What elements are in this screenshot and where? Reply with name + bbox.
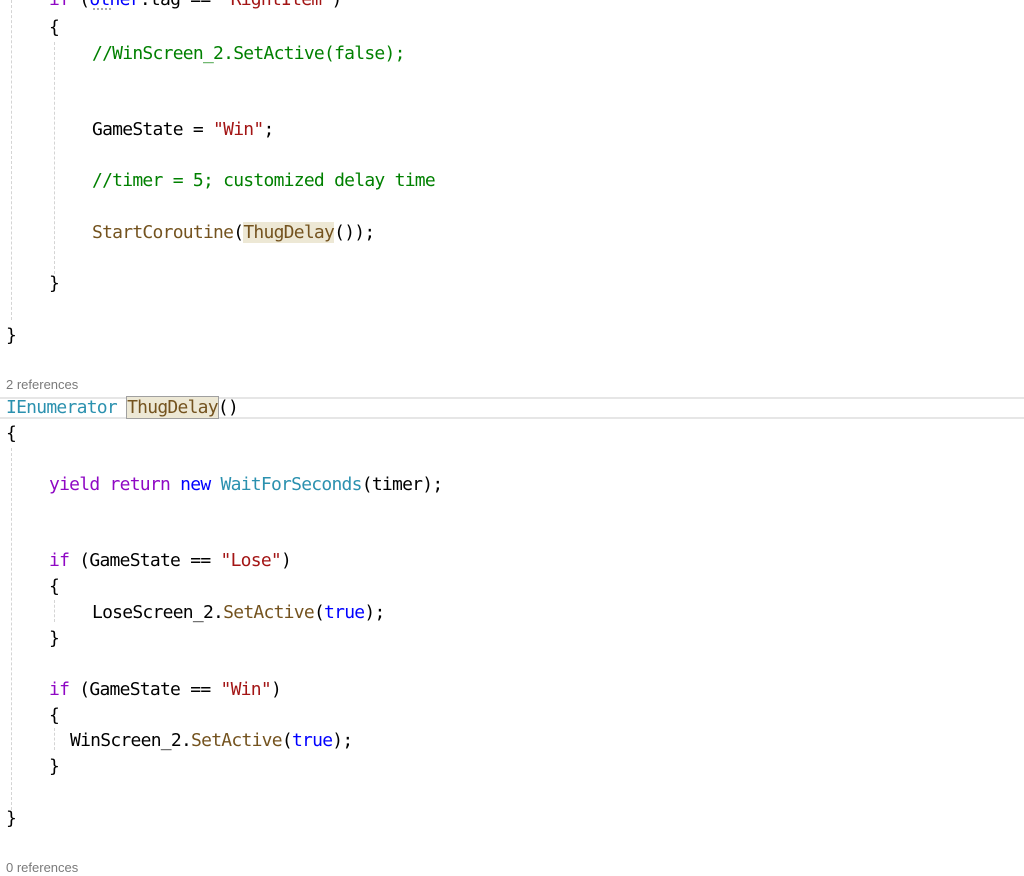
comment-text: //WinScreen_2.SetActive(false); <box>92 43 405 64</box>
yield-keyword: yield <box>49 474 100 495</box>
code-text: } <box>49 273 60 294</box>
suggestion-dots-icon[interactable] <box>93 8 111 14</box>
code-line-if-win[interactable]: if (GameState == "Win") <box>6 677 282 703</box>
code-line-close-brace[interactable]: } <box>6 806 17 832</box>
code-line-lose-setactive[interactable]: LoseScreen_2.SetActive(true); <box>6 600 385 626</box>
method-reference-highlight: ThugDelay <box>243 222 335 243</box>
code-text: ( <box>69 0 90 10</box>
type-name: IEnumerator <box>6 397 118 418</box>
code-line-method-signature[interactable]: IEnumerator ThugDelay() <box>6 395 239 421</box>
codelens-references[interactable]: 0 references <box>6 860 78 876</box>
code-line-close-brace[interactable]: } <box>6 271 60 297</box>
code-text: () <box>217 397 239 418</box>
code-text: { <box>49 17 60 38</box>
code-text: ( <box>313 602 325 623</box>
code-text: } <box>49 628 60 649</box>
code-text: { <box>49 576 60 597</box>
string-literal: "Win" <box>220 679 272 700</box>
code-line-close-brace[interactable]: } <box>6 323 17 349</box>
method-name-highlight: ThugDelay <box>126 396 219 419</box>
code-text: } <box>49 756 60 777</box>
string-literal: "Win" <box>213 119 264 140</box>
code-text: GameState = <box>92 119 214 140</box>
code-text: ) <box>270 679 282 700</box>
code-line-open-brace[interactable]: { <box>6 703 60 729</box>
code-line-start-coroutine[interactable]: StartCoroutine(ThugDelay()); <box>6 220 375 246</box>
string-literal: "RightItem" <box>221 0 333 10</box>
true-keyword: true <box>291 730 333 751</box>
type-name: WaitForSeconds <box>220 474 363 495</box>
comment-text: //timer = 5; customized delay time <box>92 170 436 191</box>
code-editor[interactable]: if (other.tag == "RightItem") { //WinScr… <box>0 0 1024 875</box>
code-text: } <box>6 325 17 346</box>
code-line-open-brace[interactable]: { <box>6 421 17 447</box>
code-text: ); <box>364 602 385 623</box>
method-call: SetActive <box>223 602 315 623</box>
code-text: ) <box>331 0 342 10</box>
code-line-if-tag[interactable]: if (other.tag == "RightItem") <box>6 0 342 13</box>
code-line-if-lose[interactable]: if (GameState == "Lose") <box>6 548 292 574</box>
code-text: { <box>49 705 60 726</box>
return-keyword: return <box>109 474 171 495</box>
code-text: ()); <box>334 222 375 243</box>
if-keyword: if <box>49 679 70 700</box>
code-text: ); <box>332 730 353 751</box>
new-keyword: new <box>180 474 211 495</box>
code-line-comment[interactable]: //WinScreen_2.SetActive(false); <box>6 41 405 67</box>
code-line-comment[interactable]: //timer = 5; customized delay time <box>6 168 436 194</box>
code-text: LoseScreen_2. <box>92 602 224 623</box>
code-text: WinScreen_2. <box>70 730 192 751</box>
code-line-close-brace[interactable]: } <box>6 754 60 780</box>
if-keyword: if <box>49 0 70 10</box>
code-text: ; <box>263 119 274 140</box>
code-line-yield[interactable]: yield return new WaitForSeconds(timer); <box>6 472 443 498</box>
if-keyword: if <box>49 550 70 571</box>
code-line-close-brace[interactable]: } <box>6 626 60 652</box>
code-text: } <box>6 808 17 829</box>
code-text: ) <box>281 550 292 571</box>
code-line-open-brace[interactable]: { <box>6 15 60 41</box>
code-line-win-setactive[interactable]: WinScreen_2.SetActive(true); <box>6 728 353 754</box>
method-call: SetActive <box>191 730 283 751</box>
code-text: (GameState == <box>69 550 221 571</box>
true-keyword: true <box>324 602 365 623</box>
codelens-references[interactable]: 2 references <box>6 377 78 393</box>
code-text: (GameState == <box>69 679 221 700</box>
code-line-gamestate-assign[interactable]: GameState = "Win"; <box>6 117 274 143</box>
method-call: StartCoroutine <box>92 222 234 243</box>
string-literal: "Lose" <box>220 550 282 571</box>
code-text: ( <box>281 730 293 751</box>
code-text: { <box>6 423 17 444</box>
code-text: (timer); <box>361 474 443 495</box>
code-text: ( <box>233 222 244 243</box>
code-line-open-brace[interactable]: { <box>6 574 60 600</box>
code-text: .tag == <box>140 0 221 10</box>
